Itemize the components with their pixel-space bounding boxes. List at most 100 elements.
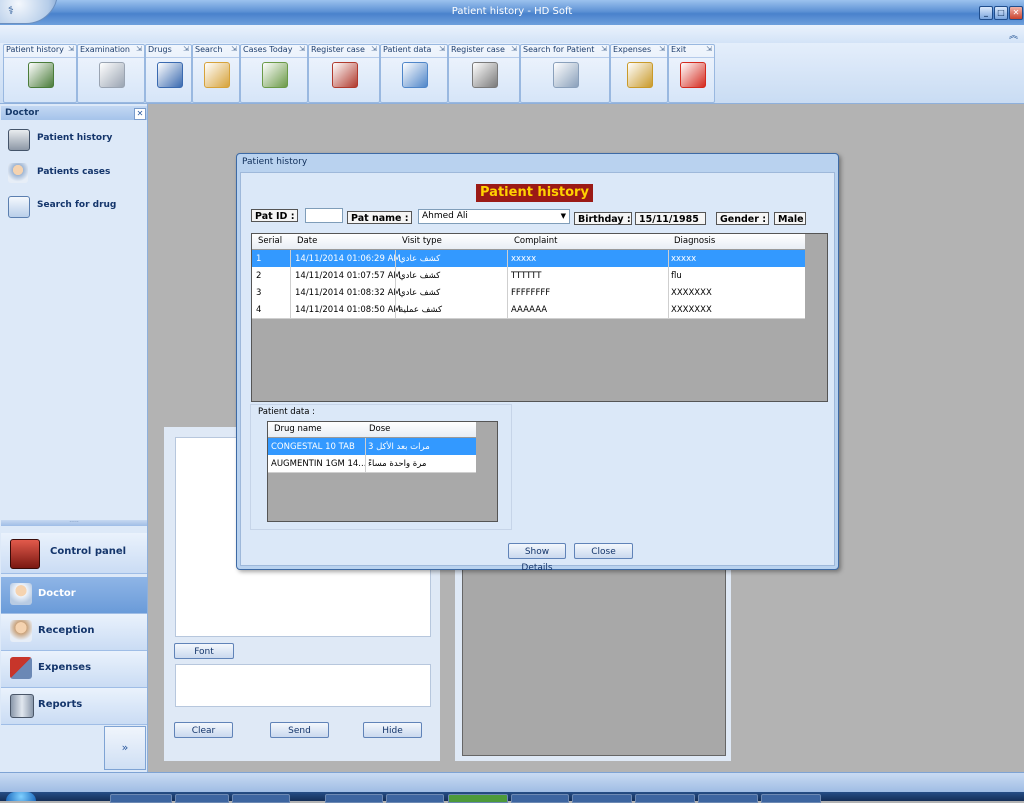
dialog-launcher-icon[interactable]: ⇲ [601, 45, 607, 53]
table-row[interactable]: CONGESTAL 10 TAB 3 مرات بعد الأكل [268, 438, 476, 456]
taskbar-item[interactable] [232, 794, 290, 803]
drugs-icon[interactable] [156, 62, 183, 88]
register-case-2-icon[interactable] [472, 62, 498, 88]
dialog-launcher-icon[interactable]: ⇲ [439, 45, 445, 53]
ribbon-group-title: Examination [80, 45, 131, 54]
taskbar-item[interactable] [761, 794, 821, 803]
taskbar-item[interactable] [175, 794, 229, 803]
start-button-icon[interactable] [6, 792, 36, 801]
ribbon-group-title: Cases Today [243, 45, 293, 54]
ribbon-group[interactable]: Cases Today ⇲ [240, 44, 308, 103]
search-patient-icon[interactable] [553, 62, 579, 88]
ribbon-group[interactable]: Expenses ⇲ [610, 44, 668, 103]
column-header[interactable]: Visit type [402, 236, 442, 246]
table-row[interactable]: 2 14/11/2014 01:07:57 AM كشف عادي TTTTTT flu [252, 267, 805, 285]
ribbon-group-title: Register case [451, 45, 505, 54]
nav-reception[interactable]: Reception [1, 614, 147, 651]
dialog-launcher-icon[interactable]: ⇲ [659, 45, 665, 53]
dialog-launcher-icon[interactable]: ⇲ [68, 45, 74, 53]
taskbar-item[interactable] [698, 794, 758, 803]
close-window-button[interactable]: ✕ [1009, 6, 1023, 20]
taskbar-item[interactable] [511, 794, 569, 803]
column-divider [290, 250, 291, 267]
column-header[interactable]: Serial [258, 236, 282, 246]
table-cell-date: 14/11/2014 01:07:57 AM [295, 271, 401, 281]
table-row[interactable]: 3 14/11/2014 01:08:32 AM كشف عادي FFFFFFFF X… [252, 284, 805, 302]
dialog-launcher-icon[interactable]: ⇲ [183, 45, 189, 53]
ribbon-group[interactable]: Register case ⇲ [448, 44, 520, 103]
ribbon-group[interactable]: Register case ⇲ [308, 44, 380, 103]
column-divider [507, 301, 508, 318]
ribbon-collapse-icon[interactable]: ︽ [1009, 28, 1018, 41]
preview-area [462, 566, 726, 756]
maximize-button[interactable]: □ [994, 6, 1008, 20]
nav-doctor[interactable]: Doctor [1, 577, 147, 614]
table-row[interactable]: AUGMENTIN 1GM 14... مرة واحدة مساءً [268, 455, 476, 473]
patient-history-icon[interactable] [28, 62, 54, 88]
history-grid[interactable]: Serial Date Visit type Complaint Diagnos… [251, 233, 828, 402]
dialog-launcher-icon[interactable]: ⇲ [371, 45, 377, 53]
ribbon-group[interactable]: Patient history ⇲ [3, 44, 77, 103]
pat-id-label: Pat ID : [251, 209, 298, 222]
column-header[interactable]: Date [297, 236, 317, 246]
dialog-title: Patient history [242, 157, 308, 167]
nav-label: Reports [38, 699, 83, 710]
ribbon-group-title: Expenses [613, 45, 652, 54]
close-button[interactable]: Close [574, 543, 633, 559]
sidebar-close-icon[interactable]: ✕ [134, 108, 146, 120]
magnifier-icon[interactable] [204, 62, 230, 88]
table-cell-dose: مرة واحدة مساءً [368, 459, 427, 469]
ribbon-group[interactable]: Exit ⇲ [668, 44, 715, 103]
sidebar-item-patients-cases[interactable]: Patients cases [6, 163, 146, 185]
column-header[interactable]: Diagnosis [674, 236, 715, 246]
ribbon-group[interactable]: Search for Patient ⇲ [520, 44, 610, 103]
nav-control-panel[interactable]: Control panel [1, 533, 147, 574]
dialog-launcher-icon[interactable]: ⇲ [511, 45, 517, 53]
nav-expenses[interactable]: Expenses [1, 651, 147, 688]
money-bag-icon[interactable] [627, 62, 653, 88]
dialog-launcher-icon[interactable]: ⇲ [706, 45, 712, 53]
cases-today-icon[interactable] [262, 62, 288, 88]
column-divider [290, 301, 291, 318]
column-header[interactable]: Complaint [514, 236, 557, 246]
ribbon-group[interactable]: Patient data ⇲ [380, 44, 448, 103]
taskbar-item[interactable] [448, 794, 508, 803]
table-row[interactable]: 4 14/11/2014 01:08:50 AM كشف عملية AAAAAA XX… [252, 301, 805, 319]
dialog-launcher-icon[interactable]: ⇲ [231, 45, 237, 53]
ribbon-group[interactable]: Examination ⇲ [77, 44, 145, 103]
ribbon-group[interactable]: Drugs ⇲ [145, 44, 192, 103]
clear-button[interactable]: Clear [174, 722, 233, 738]
taskbar-item[interactable] [635, 794, 695, 803]
taskbar-item[interactable] [572, 794, 632, 803]
taskbar-item[interactable] [110, 794, 172, 803]
show-details-button[interactable]: Show Details [508, 543, 566, 573]
font-button[interactable]: Font [174, 643, 234, 659]
table-row[interactable]: 1 14/11/2014 01:06:29 AM كشف عادي xxxxx xxxx… [252, 250, 805, 268]
taskbar-item[interactable] [386, 794, 444, 803]
pat-name-select[interactable]: Ahmed Ali ▼ [418, 209, 570, 224]
chat-input[interactable] [175, 664, 431, 707]
minimize-button[interactable]: _ [979, 6, 993, 20]
dialog-launcher-icon[interactable]: ⇲ [299, 45, 305, 53]
ribbon-group-label: Patient data ⇲ [381, 45, 447, 58]
sidebar-splitter[interactable]: ····· [1, 520, 147, 526]
sidebar-item-search-for-drug[interactable]: Search for drug [6, 196, 146, 218]
patient-data-icon[interactable] [402, 62, 428, 88]
register-case-icon[interactable] [332, 62, 358, 88]
nav-reports[interactable]: Reports [1, 688, 147, 725]
pat-id-field[interactable] [305, 208, 343, 223]
table-cell-date: 14/11/2014 01:06:29 AM [295, 254, 401, 264]
drug-grid[interactable]: Drug name Dose CONGESTAL 10 TAB 3 مرات بع… [267, 421, 498, 522]
taskbar-item[interactable] [325, 794, 383, 803]
dialog-launcher-icon[interactable]: ⇲ [136, 45, 142, 53]
exit-icon[interactable] [679, 62, 706, 88]
sidebar-item-patient-history[interactable]: Patient history [6, 129, 146, 151]
sidebar-header: Doctor [1, 106, 147, 120]
examination-icon[interactable] [99, 62, 125, 88]
column-header[interactable]: Drug name [274, 424, 322, 434]
hide-button[interactable]: Hide [363, 722, 422, 738]
ribbon-group[interactable]: Search ⇲ [192, 44, 240, 103]
column-header[interactable]: Dose [369, 424, 390, 434]
more-buttons-chevron-icon[interactable]: » [104, 726, 146, 770]
send-button[interactable]: Send [270, 722, 329, 738]
